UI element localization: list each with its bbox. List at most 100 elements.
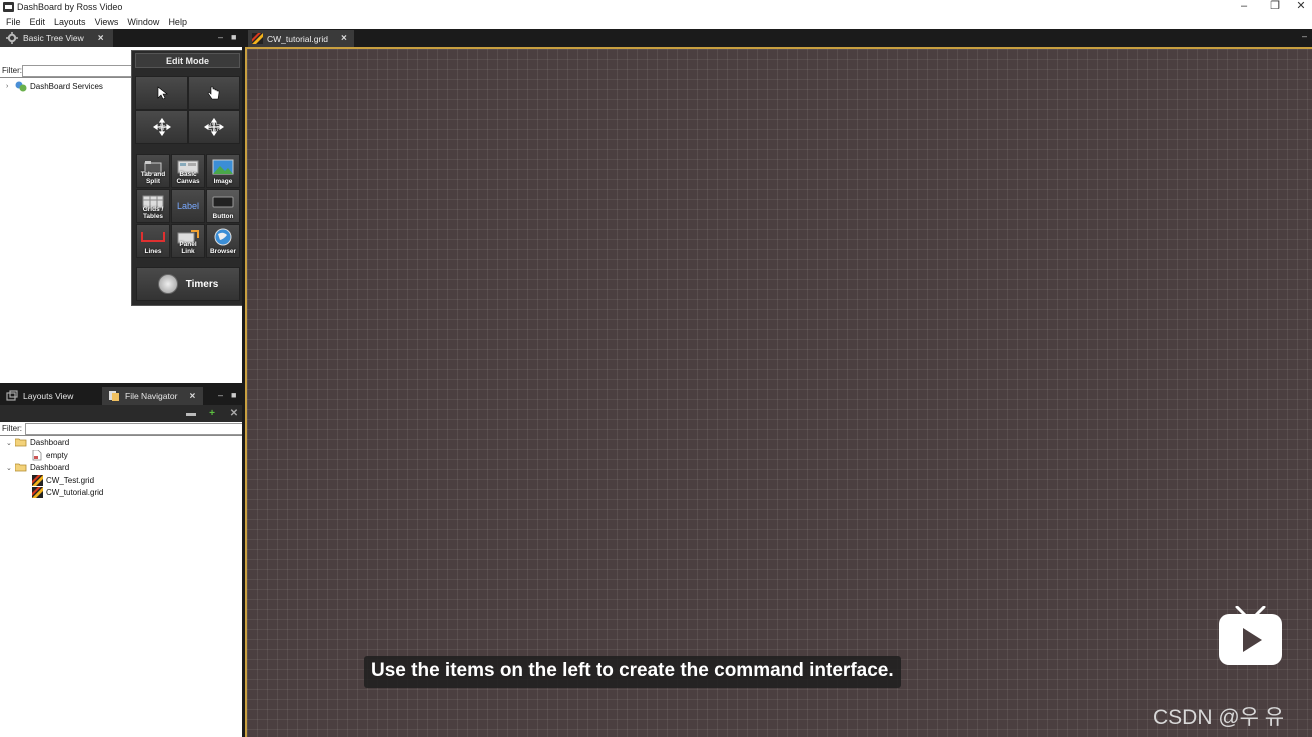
file-label: CW_Test.grid — [46, 476, 95, 485]
restore-button[interactable]: ❐ — [1260, 0, 1290, 14]
menu-window[interactable]: Window — [127, 17, 159, 27]
grid-file-icon — [32, 487, 43, 498]
tab-cw-tutorial-grid[interactable]: CW_tutorial.grid × — [248, 30, 354, 47]
watermark-text: CSDN @우 유 — [1153, 706, 1285, 729]
nav-filter-input[interactable] — [25, 422, 243, 435]
component-label: Label — [176, 201, 200, 211]
grid-file-icon — [252, 33, 263, 44]
browser-button[interactable]: Browser — [206, 224, 240, 258]
nav-filter-row: Filter: — [0, 422, 243, 436]
menu-edit[interactable]: Edit — [30, 17, 46, 27]
minimize-pane-icon[interactable]: – — [218, 32, 223, 42]
services-icon — [15, 81, 27, 92]
tab-basic-tree-view[interactable]: Basic Tree View × — [0, 29, 113, 47]
file-label: empty — [46, 451, 68, 460]
chevron-down-icon[interactable]: ⌄ — [6, 439, 15, 447]
nav-file-cw-tutorial[interactable]: CW_tutorial.grid — [32, 487, 103, 498]
select-tool-button[interactable] — [135, 76, 188, 110]
tab-file-navigator[interactable]: File Navigator × — [102, 387, 203, 405]
maximize-pane-icon[interactable]: ■ — [231, 32, 236, 42]
component-label: Browser — [209, 248, 236, 255]
move-icon — [152, 118, 171, 136]
component-label: Button — [212, 213, 234, 220]
play-icon — [1219, 606, 1282, 665]
timers-label: Timers — [185, 278, 219, 290]
minimize-pane-icon[interactable]: – — [1302, 31, 1307, 41]
move-tool-button[interactable] — [135, 110, 188, 144]
nav-pane-header: Layouts View File Navigator × – ■ — [0, 387, 243, 405]
layouts-icon — [6, 390, 18, 401]
save-icon[interactable]: ▬ — [184, 407, 198, 420]
tree-filter-row: Filter: — [0, 64, 201, 78]
timers-button[interactable]: Timers — [136, 267, 240, 301]
minimize-pane-icon[interactable]: – — [218, 390, 223, 400]
folder-open-icon — [15, 438, 27, 447]
lines-icon — [141, 232, 165, 242]
maximize-pane-icon[interactable]: ■ — [231, 390, 236, 400]
tab-layouts-view[interactable]: Layouts View — [0, 387, 100, 405]
menu-views[interactable]: Views — [95, 17, 119, 27]
close-icon[interactable]: × — [98, 33, 104, 44]
component-label: Tab and Split — [140, 171, 166, 185]
close-window-button[interactable]: ✕ — [1290, 0, 1312, 14]
nav-folder-dashboard[interactable]: ⌄ Dashboard — [6, 438, 69, 447]
add-icon[interactable]: + — [205, 407, 219, 420]
menu-bar: File Edit Layouts Views Window Help — [0, 14, 1312, 29]
grid-canvas[interactable] — [245, 47, 1312, 737]
close-icon[interactable]: × — [189, 391, 195, 402]
tree-item-label: DashBoard Services — [30, 82, 103, 91]
clock-icon — [157, 274, 178, 294]
palette-title: Edit Mode — [135, 53, 240, 68]
file-navigator-toolbar: ▬ + ✕ — [0, 405, 243, 422]
panel-link-button[interactable]: Panel Link — [171, 224, 205, 258]
file-navigator-icon — [109, 391, 119, 401]
tree-pane-header: Basic Tree View × – ■ — [0, 29, 243, 47]
component-label: Basic Canvas — [176, 171, 200, 185]
edit-mode-palette: Edit Mode Tab and Split Basic Canvas Ima… — [131, 50, 243, 306]
browser-icon — [214, 228, 232, 246]
minimize-button[interactable]: – — [1229, 0, 1259, 14]
component-label: Panel Link — [179, 241, 197, 255]
arrow-pointer-icon — [157, 86, 168, 100]
folder-label: Dashboard — [30, 463, 70, 472]
nav-file-cw-test[interactable]: CW_Test.grid — [32, 475, 94, 486]
component-label: Image — [213, 178, 233, 185]
filter-label: Filter: — [2, 66, 22, 75]
file-label: CW_tutorial.grid — [46, 488, 104, 497]
app-icon — [3, 2, 14, 12]
lines-button[interactable]: Lines — [136, 224, 170, 258]
button-icon — [212, 196, 234, 208]
title-bar: DashBoard by Ross Video – ❐ ✕ — [0, 0, 1312, 14]
filter-label: Filter: — [2, 424, 22, 433]
close-icon[interactable]: × — [341, 33, 347, 44]
menu-file[interactable]: File — [6, 17, 21, 27]
resize-tool-button[interactable] — [188, 110, 240, 144]
image-button[interactable]: Image — [206, 154, 240, 188]
window-title: DashBoard by Ross Video — [17, 2, 123, 12]
folder-open-icon — [15, 463, 27, 472]
gear-icon — [6, 32, 18, 44]
image-icon — [212, 159, 234, 175]
tab-label: Layouts View — [23, 391, 74, 401]
grids-tables-button[interactable]: Grids / Tables — [136, 189, 170, 223]
component-label: Lines — [144, 248, 162, 255]
nav-folder-dashboard[interactable]: ⌄ Dashboard — [6, 463, 69, 472]
component-label: Grids / Tables — [142, 206, 164, 220]
grid-file-icon — [32, 475, 43, 486]
file-icon — [32, 450, 42, 461]
menu-help[interactable]: Help — [168, 17, 187, 27]
nav-file-empty[interactable]: empty — [32, 450, 68, 461]
tab-label: Basic Tree View — [23, 33, 84, 43]
basic-canvas-button[interactable]: Basic Canvas — [171, 154, 205, 188]
chevron-down-icon[interactable]: ⌄ — [6, 464, 15, 472]
hand-tool-button[interactable] — [188, 76, 240, 110]
label-button[interactable]: Label — [171, 189, 205, 223]
tree-item-dashboard-services[interactable]: › DashBoard Services — [6, 81, 103, 92]
button-component-button[interactable]: Button — [206, 189, 240, 223]
delete-icon[interactable]: ✕ — [227, 407, 241, 420]
chevron-right-icon[interactable]: › — [6, 83, 15, 90]
menu-layouts[interactable]: Layouts — [54, 17, 86, 27]
tab-split-button[interactable]: Tab and Split — [136, 154, 170, 188]
hand-pointer-icon — [207, 86, 220, 100]
resize-icon — [204, 118, 224, 136]
